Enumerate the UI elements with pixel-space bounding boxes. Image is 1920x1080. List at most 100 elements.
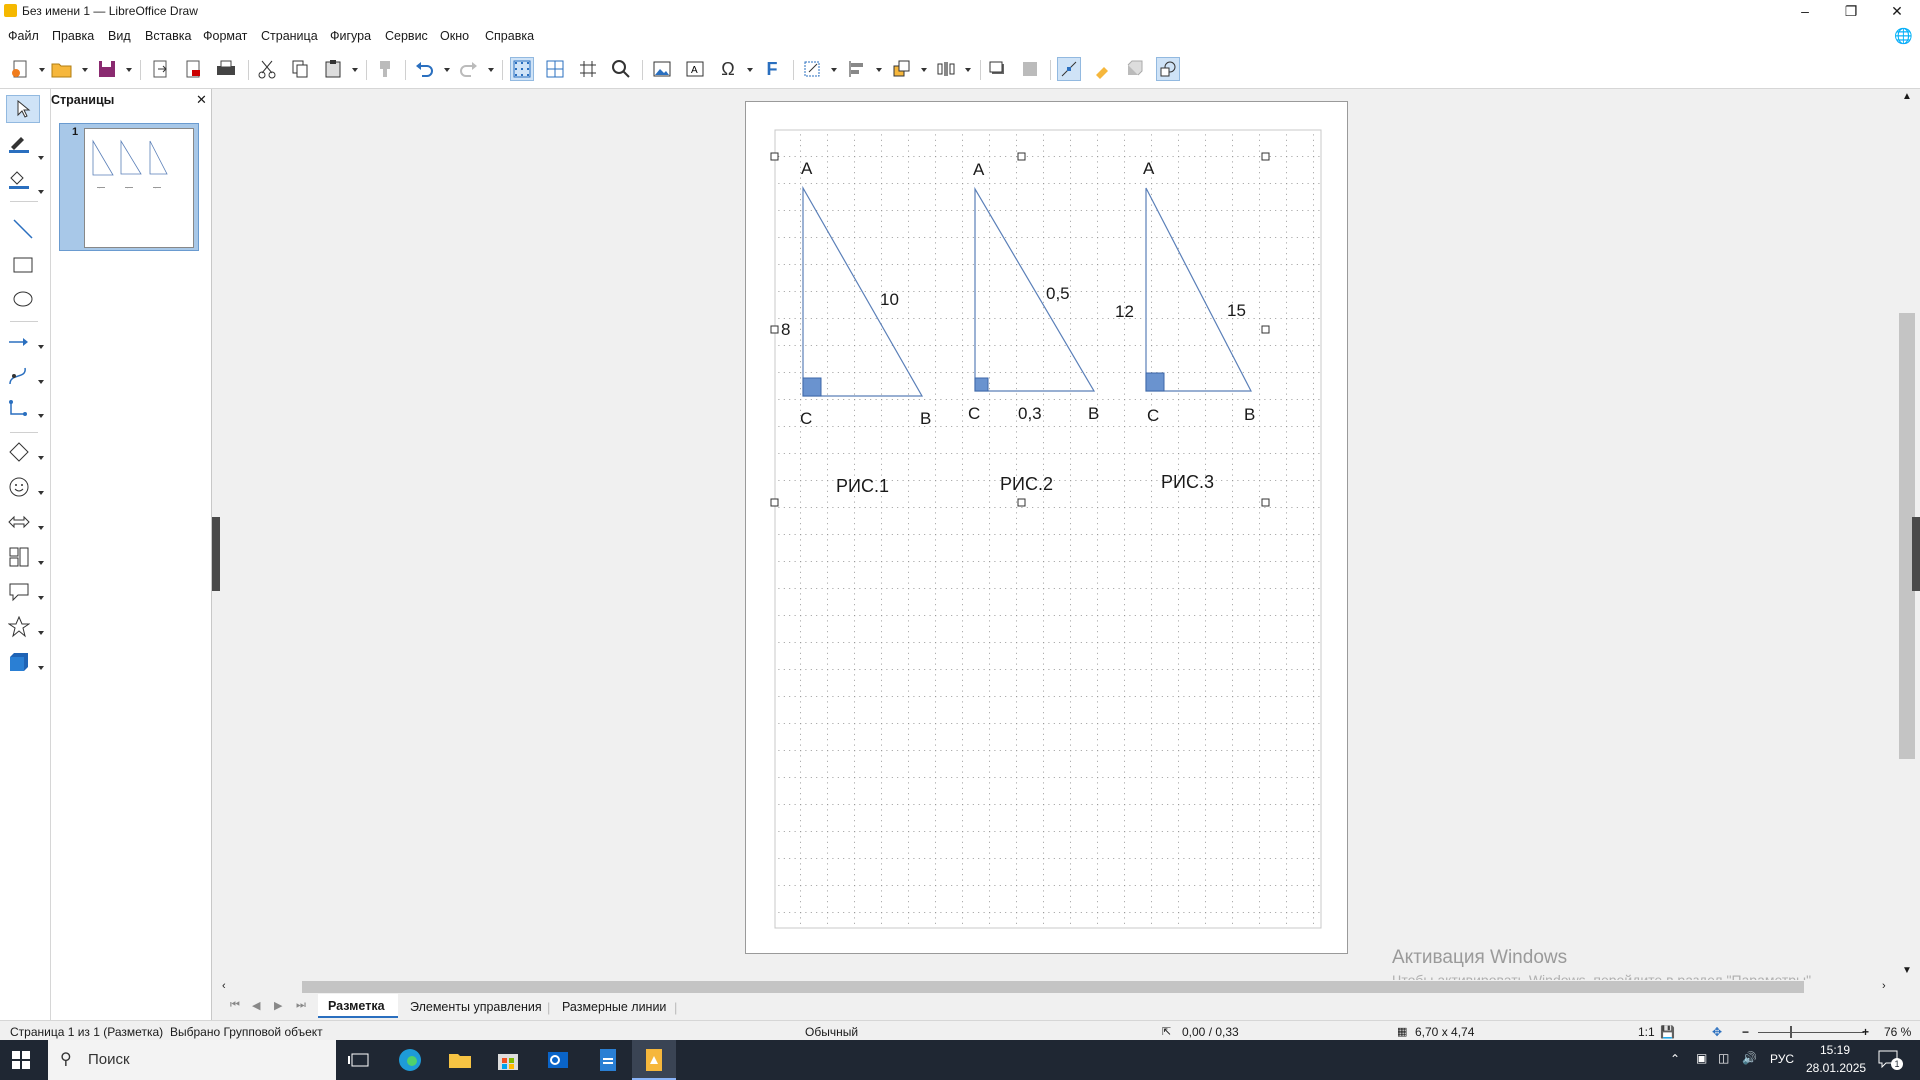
tab-layout[interactable]: Разметка bbox=[318, 994, 398, 1018]
horizontal-scrollbar[interactable]: ‹ › bbox=[222, 980, 1895, 994]
zoom-pan-icon[interactable] bbox=[609, 57, 633, 81]
line-tool-icon[interactable] bbox=[6, 215, 40, 243]
save-dropdown-icon[interactable] bbox=[126, 68, 132, 72]
rectangle-tool-icon[interactable] bbox=[6, 251, 40, 279]
basic-shapes-dropdown-icon[interactable] bbox=[38, 456, 44, 460]
paste-dropdown-icon[interactable] bbox=[352, 68, 358, 72]
zoom-out-icon[interactable]: − bbox=[1742, 1025, 1749, 1039]
export-pdf-icon[interactable] bbox=[181, 57, 205, 81]
menu-help[interactable]: Справка bbox=[485, 29, 534, 43]
menu-edit[interactable]: Правка bbox=[52, 29, 94, 43]
menu-page[interactable]: Страница bbox=[261, 29, 318, 43]
store-icon[interactable] bbox=[494, 1046, 522, 1074]
language-indicator[interactable]: РУС bbox=[1770, 1052, 1794, 1066]
last-tab-icon[interactable]: ⏭ bbox=[296, 999, 306, 1012]
transformations-icon[interactable] bbox=[800, 57, 824, 81]
open-dropdown-icon[interactable] bbox=[82, 68, 88, 72]
new-icon[interactable] bbox=[8, 57, 32, 81]
fill-color-icon[interactable] bbox=[2, 166, 36, 194]
block-arrows-dropdown-icon[interactable] bbox=[38, 526, 44, 530]
redo-dropdown-icon[interactable] bbox=[488, 68, 494, 72]
glue-points-icon[interactable] bbox=[1090, 57, 1114, 81]
prev-tab-icon[interactable]: ◀ bbox=[252, 999, 260, 1012]
3d-objects-icon[interactable] bbox=[2, 648, 36, 676]
network-device-icon[interactable]: ▣ bbox=[1696, 1051, 1707, 1065]
curves-dropdown-icon[interactable] bbox=[38, 380, 44, 384]
select-icon[interactable] bbox=[6, 95, 40, 123]
display-grid-icon[interactable] bbox=[510, 57, 534, 81]
minimize-button[interactable]: – bbox=[1782, 0, 1828, 22]
fit-page-icon[interactable]: ✥ bbox=[1712, 1025, 1722, 1039]
basic-shapes-icon[interactable] bbox=[2, 438, 36, 466]
insert-textbox-icon[interactable]: A bbox=[683, 57, 707, 81]
symbol-shapes-dropdown-icon[interactable] bbox=[38, 491, 44, 495]
points-icon[interactable] bbox=[1057, 57, 1081, 81]
save-icon[interactable] bbox=[95, 57, 119, 81]
redo-icon[interactable] bbox=[457, 57, 481, 81]
export-icon[interactable] bbox=[148, 57, 172, 81]
scroll-up-icon[interactable]: ▲ bbox=[1902, 91, 1912, 102]
symbol-shapes-icon[interactable] bbox=[2, 473, 36, 501]
transformations-dropdown-icon[interactable] bbox=[831, 68, 837, 72]
line-color-icon[interactable] bbox=[2, 130, 36, 158]
show-hidden-icons-icon[interactable]: ⌃ bbox=[1670, 1052, 1680, 1066]
pane-collapse-handle[interactable] bbox=[212, 517, 220, 591]
crop-icon[interactable] bbox=[1018, 57, 1042, 81]
zoom-in-icon[interactable]: + bbox=[1862, 1025, 1869, 1039]
align-icon[interactable] bbox=[845, 57, 869, 81]
distribute-dropdown-icon[interactable] bbox=[965, 68, 971, 72]
network-icon[interactable]: ◫ bbox=[1718, 1051, 1729, 1065]
libreoffice-writer-taskbar-icon[interactable] bbox=[594, 1046, 622, 1074]
helplines-icon[interactable] bbox=[576, 57, 600, 81]
status-zoom[interactable]: 76 % bbox=[1884, 1025, 1911, 1039]
flowchart-icon[interactable] bbox=[2, 543, 36, 571]
open-icon[interactable] bbox=[50, 57, 74, 81]
sidebar-expand-handle[interactable] bbox=[1912, 517, 1920, 591]
drawing-page[interactable]: A C B 8 10 РИС.1 A C B 0,5 0,3 РИС.2 A C… bbox=[745, 101, 1348, 954]
menu-tools[interactable]: Сервис bbox=[385, 29, 428, 43]
special-character-dropdown-icon[interactable] bbox=[747, 68, 753, 72]
scroll-down-icon[interactable]: ▼ bbox=[1902, 965, 1912, 976]
menu-file[interactable]: Файл bbox=[8, 29, 39, 43]
insert-image-icon[interactable] bbox=[650, 57, 674, 81]
clock-time[interactable]: 15:19 bbox=[1820, 1043, 1850, 1057]
callout-shapes-icon[interactable] bbox=[2, 578, 36, 606]
scroll-left-icon[interactable]: ‹ bbox=[222, 980, 226, 992]
lines-arrows-dropdown-icon[interactable] bbox=[38, 345, 44, 349]
paste-icon[interactable] bbox=[321, 57, 345, 81]
document-modified-icon[interactable]: 💾 bbox=[1660, 1025, 1675, 1039]
snap-to-grid-icon[interactable] bbox=[543, 57, 567, 81]
connectors-dropdown-icon[interactable] bbox=[38, 414, 44, 418]
clone-formatting-icon[interactable] bbox=[373, 57, 397, 81]
align-dropdown-icon[interactable] bbox=[876, 68, 882, 72]
taskbar-search[interactable]: ⚲ Поиск bbox=[48, 1040, 336, 1080]
arrange-icon[interactable] bbox=[890, 57, 914, 81]
stars-icon[interactable] bbox=[2, 613, 36, 641]
file-explorer-icon[interactable] bbox=[446, 1046, 474, 1074]
line-color-dropdown-icon[interactable] bbox=[38, 156, 44, 160]
close-button[interactable]: ✕ bbox=[1874, 0, 1920, 22]
cut-icon[interactable] bbox=[255, 57, 279, 81]
scroll-right-icon[interactable]: › bbox=[1882, 980, 1886, 992]
distribute-icon[interactable] bbox=[934, 57, 958, 81]
zoom-slider-thumb[interactable] bbox=[1790, 1026, 1792, 1038]
menu-format[interactable]: Формат bbox=[203, 29, 247, 43]
task-view-icon[interactable] bbox=[346, 1046, 374, 1074]
fill-color-dropdown-icon[interactable] bbox=[38, 190, 44, 194]
windows-start-icon[interactable] bbox=[12, 1051, 30, 1072]
menu-shape[interactable]: Фигура bbox=[330, 29, 371, 43]
show-draw-functions-icon[interactable] bbox=[1156, 57, 1180, 81]
vertical-scrollbar[interactable]: ▲ ▼ bbox=[1895, 89, 1920, 982]
special-character-icon[interactable]: Ω bbox=[716, 57, 740, 81]
connectors-icon[interactable] bbox=[2, 396, 36, 424]
menu-window[interactable]: Окно bbox=[440, 29, 469, 43]
volume-icon[interactable]: 🔊 bbox=[1742, 1051, 1757, 1065]
toggle-extrusion-icon[interactable] bbox=[1123, 57, 1147, 81]
globe-icon[interactable]: 🌐 bbox=[1894, 27, 1913, 45]
callout-shapes-dropdown-icon[interactable] bbox=[38, 596, 44, 600]
copy-icon[interactable] bbox=[288, 57, 312, 81]
flowchart-dropdown-icon[interactable] bbox=[38, 561, 44, 565]
close-pane-icon[interactable]: ✕ bbox=[196, 92, 207, 108]
menu-view[interactable]: Вид bbox=[108, 29, 131, 43]
page-thumbnail[interactable]: 1 ... bbox=[59, 123, 199, 251]
